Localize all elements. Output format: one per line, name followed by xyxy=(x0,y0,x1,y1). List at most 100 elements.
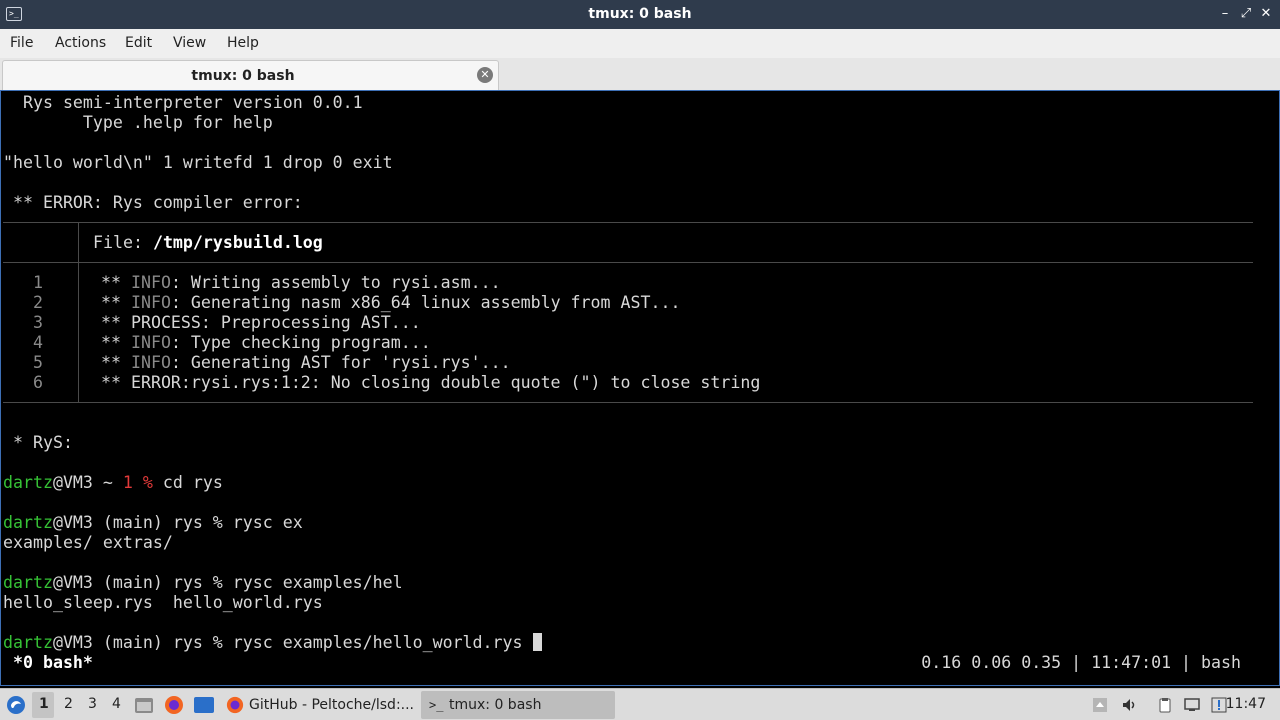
log-line: ** INFO: Generating AST for 'rysi.rys'..… xyxy=(91,353,511,373)
prompt-host: @VM3 ~ xyxy=(52,473,123,492)
log-line-number: 3 xyxy=(33,313,43,332)
log-line: ** INFO: Writing assembly to rysi.asm... xyxy=(91,273,501,293)
rys-marker: * RyS: xyxy=(3,433,73,452)
log-text: : Writing assembly to rysi.asm... xyxy=(170,273,501,292)
log-line-number: 2 xyxy=(33,293,43,312)
log-box-header-border xyxy=(3,262,1253,263)
file-manager-icon[interactable] xyxy=(134,696,154,714)
repl-input-line: "hello world\n" 1 writefd 1 drop 0 exit xyxy=(3,153,393,172)
tray-expand-icon[interactable] xyxy=(1092,697,1108,713)
command-text: rysc examples/hello_world.rys xyxy=(232,633,533,652)
log-prefix: ** xyxy=(91,293,131,312)
terminal-area[interactable]: Rys semi-interpreter version 0.0.1 Type … xyxy=(0,90,1280,686)
log-level: INFO xyxy=(130,333,171,352)
prompt-user: dartz xyxy=(3,513,53,532)
log-prefix: ** xyxy=(91,373,131,392)
tab-bar: tmux: 0 bash ✕ xyxy=(0,58,1280,90)
prompt-status: 1 % xyxy=(122,473,153,492)
volume-icon[interactable] xyxy=(1121,697,1137,713)
command-text: rysc examples/hel xyxy=(232,573,403,592)
show-desktop-icon[interactable] xyxy=(193,696,215,714)
workspace-4[interactable]: 4 xyxy=(112,696,121,712)
tmux-status-left: *0 bash* xyxy=(3,653,93,672)
task-label: tmux: 0 bash xyxy=(449,697,542,713)
menu-edit[interactable]: Edit xyxy=(125,35,152,51)
log-prefix: ** xyxy=(91,273,131,292)
terminal-icon: >_ xyxy=(429,698,444,712)
log-box-bottom-border xyxy=(3,402,1253,403)
log-text: : Type checking program... xyxy=(170,333,431,352)
prompt-user: dartz xyxy=(3,573,53,592)
minimize-icon[interactable]: – xyxy=(1216,5,1234,23)
error-line: ** ERROR: Rys compiler error: xyxy=(3,193,303,212)
log-line: ** INFO: Generating nasm x86_64 linux as… xyxy=(91,293,680,313)
completion-line-2: hello_sleep.rys hello_world.rys xyxy=(3,593,323,612)
prompt-line-3: dartz@VM3 (main) rys % rysc examples/hel xyxy=(3,573,403,593)
tab-label: tmux: 0 bash xyxy=(191,68,295,84)
log-box-top-border xyxy=(3,222,1253,223)
log-level: INFO xyxy=(130,353,171,372)
log-text: ERROR:rysi.rys:1:2: No closing double qu… xyxy=(130,373,761,392)
banner-line-1: Rys semi-interpreter version 0.0.1 xyxy=(3,93,363,112)
taskbar-clock[interactable]: 11:47 xyxy=(1226,696,1266,712)
close-icon[interactable]: ✕ xyxy=(1257,5,1275,23)
window-titlebar: >_ tmux: 0 bash – ⤢ ✕ xyxy=(0,0,1280,29)
completion-line-1: examples/ extras/ xyxy=(3,533,173,552)
prompt-host: @VM3 (main) rys % xyxy=(52,513,233,532)
log-line-number: 1 xyxy=(33,273,43,292)
maximize-icon[interactable]: ⤢ xyxy=(1237,5,1255,23)
banner-line-2: Type .help for help xyxy=(3,113,273,132)
log-text: : Generating AST for 'rysi.rys'... xyxy=(170,353,511,372)
command-text: cd rys xyxy=(152,473,223,492)
taskbar: 1 2 3 4 GitHub - Peltoche/lsd:... >_ tmu… xyxy=(0,688,1280,720)
log-box-header-divider xyxy=(78,223,79,263)
log-file-header: File: /tmp/rysbuild.log xyxy=(93,233,323,253)
log-level: INFO xyxy=(130,273,171,292)
menu-help[interactable]: Help xyxy=(227,35,259,51)
log-text: PROCESS: Preprocessing AST... xyxy=(130,313,421,332)
tab-close-icon[interactable]: ✕ xyxy=(477,67,493,83)
prompt-user: dartz xyxy=(3,633,53,652)
log-prefix: ** xyxy=(91,313,131,332)
prompt-host: @VM3 (main) rys % xyxy=(52,573,233,592)
task-label: GitHub - Peltoche/lsd:... xyxy=(249,697,415,713)
log-prefix: ** xyxy=(91,353,131,372)
firefox-launcher-icon[interactable] xyxy=(164,695,184,715)
log-level: INFO xyxy=(130,293,171,312)
prompt-line-4: dartz@VM3 (main) rys % rysc examples/hel… xyxy=(3,633,542,653)
text-cursor xyxy=(532,633,542,651)
network-icon[interactable] xyxy=(1184,697,1200,713)
log-line: ** PROCESS: Preprocessing AST... xyxy=(91,313,421,333)
task-tmux[interactable]: >_ tmux: 0 bash xyxy=(421,691,615,719)
tmux-status-right: 0.16 0.06 0.35 | 11:47:01 | bash xyxy=(921,653,1241,672)
window-title: tmux: 0 bash xyxy=(588,6,692,22)
log-prefix: ** xyxy=(91,333,131,352)
start-menu-icon[interactable] xyxy=(6,695,26,715)
workspace-3[interactable]: 3 xyxy=(88,696,97,712)
log-line-number: 4 xyxy=(33,333,43,352)
menu-actions[interactable]: Actions xyxy=(55,35,106,51)
file-label: File: xyxy=(93,233,153,252)
menu-bar: File Actions Edit View Help xyxy=(0,29,1280,58)
log-line: ** INFO: Type checking program... xyxy=(91,333,431,353)
clipboard-icon[interactable] xyxy=(1157,697,1173,713)
log-line-number: 6 xyxy=(33,373,43,392)
log-line: ** ERROR:rysi.rys:1:2: No closing double… xyxy=(91,373,760,393)
workspace-1[interactable]: 1 xyxy=(39,696,49,712)
prompt-host: @VM3 (main) rys % xyxy=(52,633,233,652)
notification-icon[interactable] xyxy=(1211,697,1227,713)
workspace-2[interactable]: 2 xyxy=(64,696,73,712)
tab-tmux[interactable]: tmux: 0 bash ✕ xyxy=(2,60,499,90)
log-text: : Generating nasm x86_64 linux assembly … xyxy=(170,293,681,312)
task-firefox-github[interactable]: GitHub - Peltoche/lsd:... xyxy=(222,691,418,719)
file-path: /tmp/rysbuild.log xyxy=(152,233,323,252)
prompt-line-1: dartz@VM3 ~ 1 % cd rys xyxy=(3,473,223,493)
log-line-number: 5 xyxy=(33,353,43,372)
command-text: rysc ex xyxy=(232,513,303,532)
prompt-line-2: dartz@VM3 (main) rys % rysc ex xyxy=(3,513,303,533)
prompt-user: dartz xyxy=(3,473,53,492)
firefox-icon xyxy=(226,696,244,714)
menu-file[interactable]: File xyxy=(10,35,33,51)
log-box-gutter-divider xyxy=(78,263,79,403)
menu-view[interactable]: View xyxy=(173,35,206,51)
